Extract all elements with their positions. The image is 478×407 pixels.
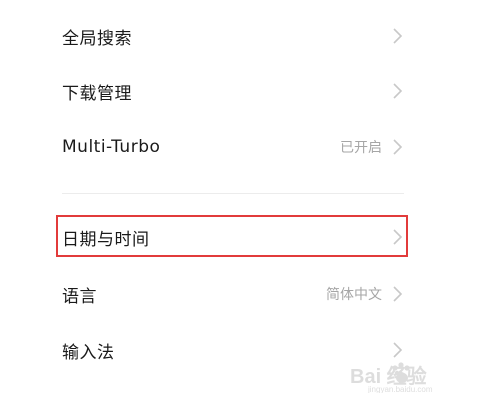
settings-item-label: 输入法 xyxy=(62,342,115,363)
chevron-right-icon xyxy=(390,27,404,45)
chevron-right-icon xyxy=(390,138,404,156)
settings-item-right: 简体中文 xyxy=(326,284,404,304)
settings-item-language[interactable]: 语言 简体中文 xyxy=(62,275,404,313)
watermark-sub: jingyan.baidu.com xyxy=(367,385,433,393)
language-value: 简体中文 xyxy=(326,287,382,303)
chevron-right-icon xyxy=(390,82,404,100)
settings-item-label: 语言 xyxy=(62,286,97,307)
section-divider xyxy=(62,193,404,194)
settings-item-right xyxy=(382,27,404,45)
settings-item-date-time[interactable]: 日期与时间 xyxy=(62,218,404,256)
chevron-right-icon xyxy=(390,228,404,246)
settings-item-label: 全局搜索 xyxy=(62,28,132,49)
settings-item-label: 日期与时间 xyxy=(62,229,150,250)
settings-item-right: 已开启 xyxy=(340,137,404,157)
settings-item-right xyxy=(382,341,404,359)
settings-item-label: Multi-Turbo xyxy=(62,137,161,157)
settings-item-right xyxy=(382,228,404,246)
settings-item-multi-turbo[interactable]: Multi-Turbo 已开启 xyxy=(62,128,404,166)
settings-item-download-manager[interactable]: 下载管理 xyxy=(62,72,404,110)
multi-turbo-status: 已开启 xyxy=(340,140,382,156)
chevron-right-icon xyxy=(390,285,404,303)
settings-screen: 全局搜索 下载管理 Multi-Turbo 已开启 日期与时间 语言 简体中文 … xyxy=(0,0,478,407)
settings-item-label: 下载管理 xyxy=(62,83,132,104)
chevron-right-icon xyxy=(390,341,404,359)
baidu-watermark: Bai 经验 jingyan.baidu.com xyxy=(346,359,456,397)
settings-item-right xyxy=(382,82,404,100)
settings-item-global-search[interactable]: 全局搜索 xyxy=(62,17,404,55)
